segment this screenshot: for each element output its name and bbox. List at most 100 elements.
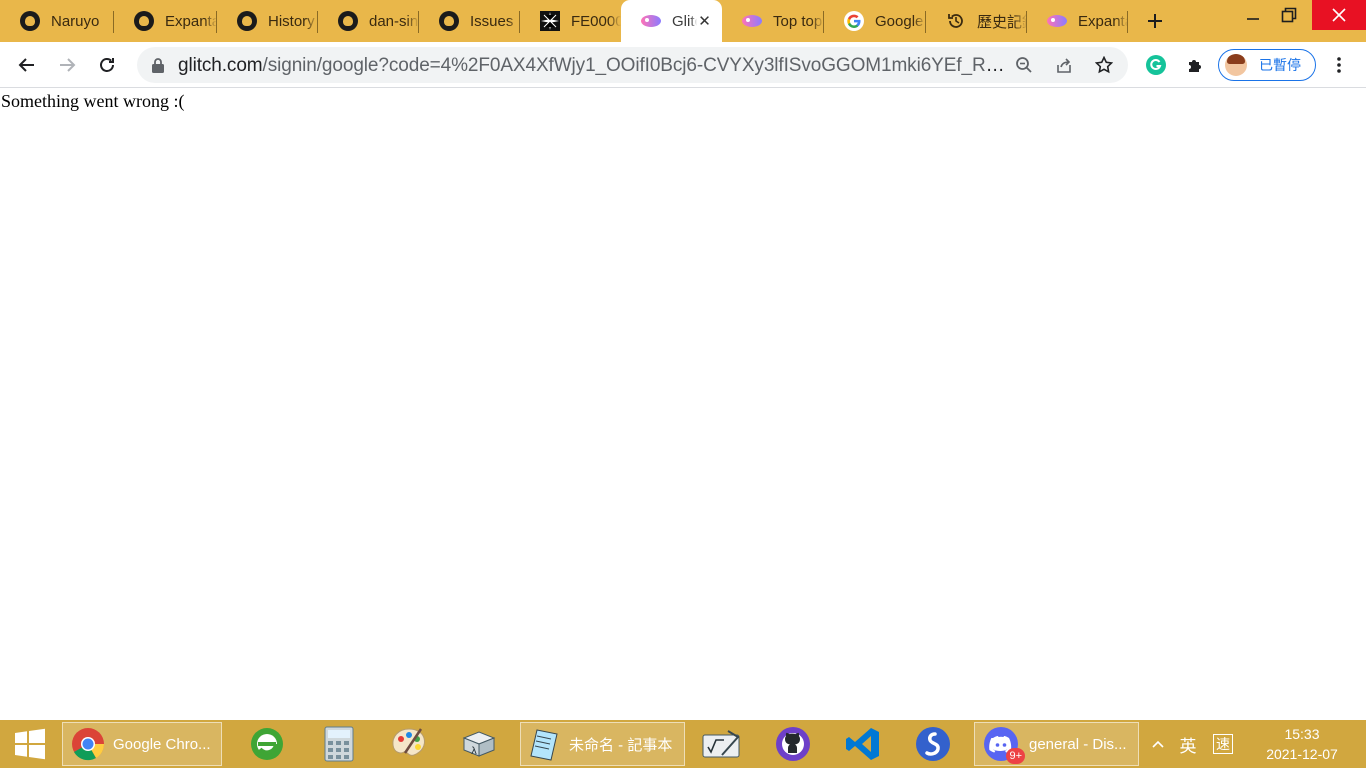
url-text[interactable]: glitch.com/signin/google?code=4%2F0AX4Xf… <box>178 55 1008 77</box>
system-clock[interactable]: 15:33 2021-12-07 <box>1246 724 1358 764</box>
magnifier-icon <box>1016 57 1032 73</box>
github-icon <box>20 11 40 31</box>
tab-top-top[interactable]: Top top <box>722 0 824 42</box>
close-icon <box>1332 8 1346 22</box>
show-hidden-icons-button[interactable] <box>1148 720 1168 768</box>
share-button[interactable] <box>1050 51 1078 79</box>
forward-button[interactable] <box>51 49 83 81</box>
windows-logo-icon <box>15 728 45 760</box>
taskbar-item-simplenote[interactable] <box>902 720 964 768</box>
taskbar-item-discord[interactable]: 9+ general - Dis... <box>974 722 1139 766</box>
tab-fe0000[interactable]: FE0000 <box>520 0 621 42</box>
tab-title: FE0000 <box>571 12 621 30</box>
restore-button[interactable] <box>1266 0 1312 30</box>
url-host: glitch.com <box>178 55 263 76</box>
tab-expanta[interactable]: Expanta <box>114 0 217 42</box>
tab-naruyo[interactable]: Naruyo <box>0 0 114 42</box>
tab-title: Google <box>875 12 924 30</box>
tab-dan-sin[interactable]: dan-sin <box>318 0 419 42</box>
paint-icon <box>392 728 425 756</box>
tab-history[interactable]: History <box>217 0 318 42</box>
glitch-fish-icon <box>742 11 762 31</box>
tab-history-zh[interactable]: 歷史記錄 <box>926 0 1027 42</box>
clock-time: 15:33 <box>1284 726 1320 742</box>
tab-title: Glitc <box>672 12 697 30</box>
tab-close-icon[interactable]: ✕ <box>697 12 712 30</box>
tab-expanta-2[interactable]: Expanta <box>1027 0 1128 42</box>
sparkle-icon <box>540 11 560 31</box>
taskbar-item-lambda[interactable]: λ <box>448 720 510 768</box>
ime-language-indicator[interactable]: 英 <box>1174 720 1202 768</box>
puzzle-icon <box>1189 60 1201 72</box>
taskbar-item-label: general - Dis... <box>1029 735 1127 753</box>
github-icon <box>237 11 257 31</box>
ime-mode-indicator[interactable]: 速 <box>1208 720 1238 768</box>
taskbar-item-calculator[interactable] <box>308 720 370 768</box>
clock-date: 2021-12-07 <box>1266 746 1338 762</box>
plus-icon <box>1148 14 1162 28</box>
grammarly-extension[interactable] <box>1140 49 1172 81</box>
reload-button[interactable] <box>91 49 123 81</box>
arrow-right-icon <box>60 58 76 72</box>
tab-title: Top top <box>773 12 823 30</box>
page-content: Something went wrong :( <box>0 89 1366 720</box>
lambda-icon: λ <box>462 731 496 757</box>
bookmark-button[interactable] <box>1090 51 1118 79</box>
restore-icon <box>1281 7 1297 23</box>
taskbar-item-paint[interactable] <box>378 720 440 768</box>
star-icon <box>1095 56 1113 74</box>
tab-google[interactable]: Google <box>824 0 926 42</box>
history-icon <box>946 11 966 31</box>
taskbar: Google Chro... λ 未命名 - 記事本 9+ general - … <box>0 720 1366 768</box>
reload-icon <box>100 58 114 72</box>
minimize-icon <box>1247 18 1259 20</box>
address-bar[interactable]: glitch.com/signin/google?code=4%2F0AX4Xf… <box>137 47 1128 83</box>
notification-badge: 9+ <box>1006 748 1025 764</box>
taskbar-item-vscode[interactable] <box>832 720 894 768</box>
taskbar-item-chrome[interactable]: Google Chro... <box>62 722 222 766</box>
profile-button[interactable]: 已暫停 <box>1218 49 1316 81</box>
share-icon <box>1057 58 1071 73</box>
new-tab-button[interactable] <box>1140 6 1170 36</box>
math-input-icon <box>702 730 740 758</box>
taskbar-item-github-desktop[interactable] <box>762 720 824 768</box>
simplenote-icon <box>916 727 950 761</box>
tab-strip: Naruyo Expanta History dan-sin Issues · … <box>0 0 1366 42</box>
svg-text:λ: λ <box>471 746 477 757</box>
tab-title: Expanta <box>165 12 217 30</box>
profile-status-label: 已暫停 <box>1259 57 1301 73</box>
chrome-icon <box>72 728 105 761</box>
tab-title: History <box>268 12 315 30</box>
lock-icon <box>152 58 164 73</box>
tab-title: Issues · <box>470 12 520 30</box>
avatar <box>1225 54 1247 76</box>
discord-icon: 9+ <box>983 726 1025 764</box>
tab-title: Expanta <box>1078 12 1128 30</box>
tab-title: Naruyo <box>51 12 100 30</box>
chevron-up-icon <box>1152 740 1164 748</box>
notepad-icon <box>530 729 558 761</box>
ime-mode-label: 速 <box>1213 734 1233 754</box>
window-close-button[interactable] <box>1312 0 1366 30</box>
tab-glitch-active[interactable]: Glitc ✕ <box>621 0 722 42</box>
extensions-button[interactable] <box>1180 49 1212 81</box>
back-button[interactable] <box>11 49 43 81</box>
kebab-menu-icon <box>1337 57 1341 73</box>
vscode-icon <box>846 728 879 760</box>
taskbar-item-math-input[interactable] <box>690 720 752 768</box>
start-button[interactable] <box>0 720 60 768</box>
error-message: Something went wrong :( <box>1 91 185 111</box>
tab-issues[interactable]: Issues · <box>419 0 520 42</box>
taskbar-item-label: Google Chro... <box>113 735 211 753</box>
menu-button[interactable] <box>1323 49 1355 81</box>
taskbar-item-label: 未命名 - 記事本 <box>569 736 673 754</box>
zoom-button[interactable] <box>1010 51 1038 79</box>
tab-title: 歷史記錄 <box>977 13 1027 31</box>
ie-icon <box>251 728 283 760</box>
taskbar-item-notepad[interactable]: 未命名 - 記事本 <box>520 722 685 766</box>
arrow-left-icon <box>18 58 34 72</box>
taskbar-item-ie[interactable] <box>236 720 298 768</box>
glitch-fish-icon <box>1047 11 1067 31</box>
github-desktop-icon <box>776 727 810 761</box>
google-icon <box>844 11 864 31</box>
